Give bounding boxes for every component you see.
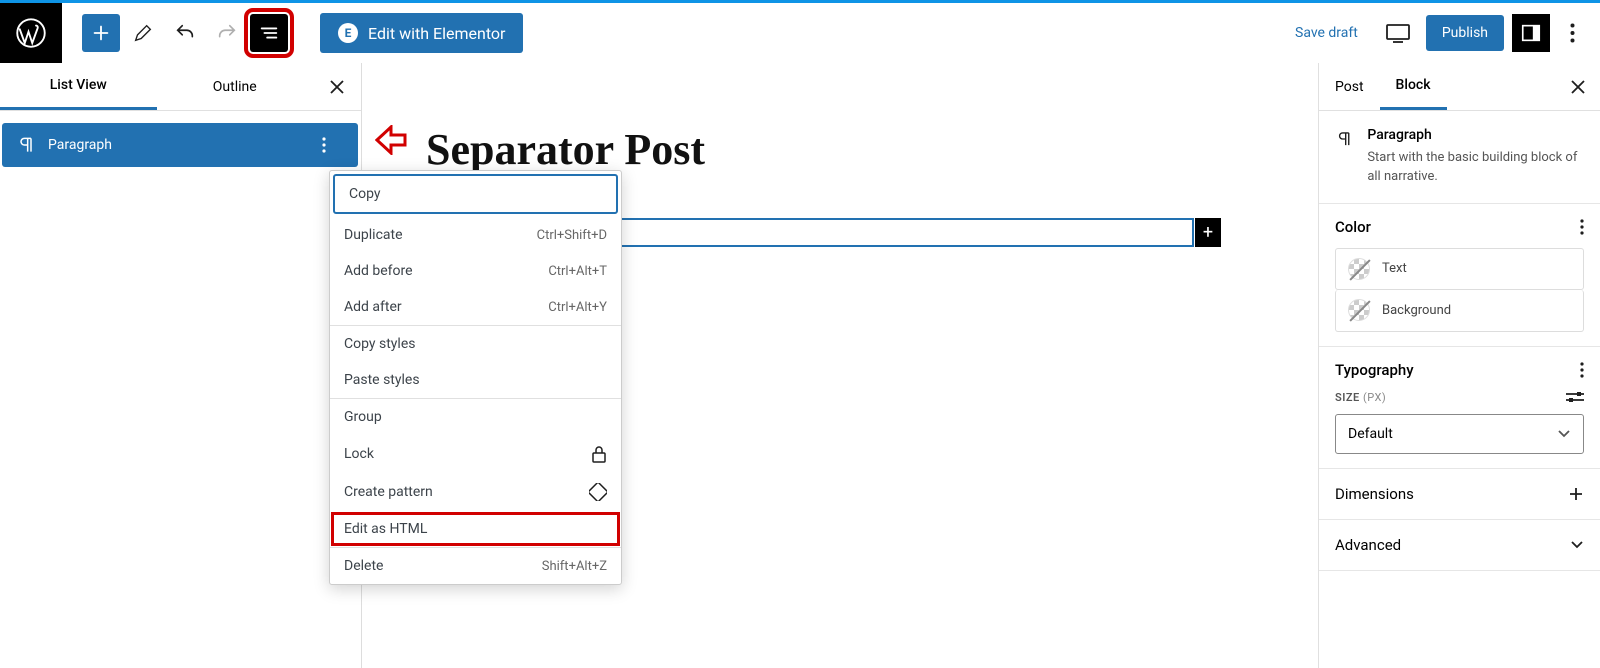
list-item-label: Paragraph bbox=[48, 137, 322, 153]
tab-outline[interactable]: Outline bbox=[157, 63, 314, 110]
menu-lock[interactable]: Lock bbox=[330, 435, 621, 473]
add-block-button[interactable] bbox=[82, 14, 120, 52]
paragraph-icon bbox=[16, 135, 36, 155]
close-overview-button[interactable] bbox=[313, 63, 361, 110]
menu-duplicate[interactable]: DuplicateCtrl+Shift+D bbox=[330, 217, 621, 253]
sidebar-icon bbox=[1520, 22, 1542, 44]
plus-icon bbox=[1568, 486, 1584, 502]
settings-tabs: Post Block bbox=[1319, 63, 1600, 111]
settings-sidebar: Post Block Paragraph Start with the basi… bbox=[1318, 63, 1600, 668]
tools-button[interactable] bbox=[124, 14, 162, 52]
post-title[interactable]: Separator Post bbox=[426, 124, 705, 175]
toolbar-left-group: E Edit with Elementor bbox=[82, 13, 523, 53]
typography-header: Typography bbox=[1335, 361, 1414, 379]
color-options-button[interactable] bbox=[1580, 219, 1584, 235]
menu-add-after[interactable]: Add afterCtrl+Alt+Y bbox=[330, 289, 621, 325]
block-description: Start with the basic building block of a… bbox=[1367, 149, 1584, 187]
desktop-icon bbox=[1385, 22, 1411, 44]
undo-button[interactable] bbox=[166, 14, 204, 52]
menu-copy[interactable]: Copy bbox=[333, 174, 618, 214]
text-color-button[interactable]: Text bbox=[1335, 248, 1584, 290]
plus-icon bbox=[90, 22, 112, 44]
redo-icon bbox=[216, 22, 238, 44]
dimensions-accordion[interactable]: Dimensions bbox=[1319, 469, 1600, 520]
swatch-icon bbox=[1348, 299, 1370, 321]
elementor-label: Edit with Elementor bbox=[368, 24, 505, 43]
redo-button[interactable] bbox=[208, 14, 246, 52]
wordpress-logo[interactable] bbox=[0, 3, 62, 63]
background-color-button[interactable]: Background bbox=[1335, 290, 1584, 332]
menu-add-before[interactable]: Add beforeCtrl+Alt+T bbox=[330, 253, 621, 289]
tab-list-view[interactable]: List View bbox=[0, 63, 157, 110]
font-size-select[interactable]: Default bbox=[1335, 414, 1584, 454]
block-name: Paragraph bbox=[1367, 127, 1584, 143]
block-appender-button[interactable]: + bbox=[1195, 218, 1221, 247]
size-settings-button[interactable] bbox=[1566, 391, 1584, 403]
undo-icon bbox=[174, 22, 196, 44]
color-settings: Color Text Background bbox=[1319, 204, 1600, 347]
paragraph-icon bbox=[1335, 127, 1353, 151]
list-item-paragraph[interactable]: Paragraph bbox=[2, 123, 358, 167]
callout-arrow bbox=[375, 125, 409, 155]
wordpress-icon bbox=[16, 18, 46, 48]
list-item-options[interactable] bbox=[322, 137, 344, 153]
options-button[interactable] bbox=[1558, 14, 1586, 52]
menu-copy-styles[interactable]: Copy styles bbox=[330, 326, 621, 362]
advanced-accordion[interactable]: Advanced bbox=[1319, 520, 1600, 571]
close-settings-button[interactable] bbox=[1556, 79, 1600, 95]
close-icon bbox=[329, 79, 345, 95]
pencil-icon bbox=[132, 22, 154, 44]
chevron-down-icon bbox=[1557, 429, 1571, 439]
toolbar-right-group: Save draft Publish bbox=[1283, 14, 1586, 52]
close-icon bbox=[1570, 79, 1586, 95]
menu-delete[interactable]: DeleteShift+Alt+Z bbox=[330, 548, 621, 584]
sliders-icon bbox=[1566, 391, 1584, 403]
overview-tabs: List View Outline bbox=[0, 63, 361, 111]
arrow-left-icon bbox=[375, 125, 409, 155]
document-overview-panel: List View Outline Paragraph bbox=[0, 63, 362, 668]
swatch-icon bbox=[1348, 258, 1370, 280]
tab-block[interactable]: Block bbox=[1380, 63, 1447, 110]
menu-paste-styles[interactable]: Paste styles bbox=[330, 362, 621, 398]
tab-post[interactable]: Post bbox=[1319, 63, 1380, 110]
block-identity: Paragraph Start with the basic building … bbox=[1319, 111, 1600, 204]
publish-button[interactable]: Publish bbox=[1426, 15, 1504, 51]
list-icon bbox=[258, 22, 280, 44]
kebab-icon bbox=[1580, 219, 1584, 235]
color-header: Color bbox=[1335, 218, 1371, 236]
edit-with-elementor-button[interactable]: E Edit with Elementor bbox=[320, 13, 523, 53]
block-context-menu: Copy DuplicateCtrl+Shift+D Add beforeCtr… bbox=[329, 170, 622, 585]
chevron-down-icon bbox=[1570, 540, 1584, 550]
menu-edit-as-html[interactable]: Edit as HTML bbox=[330, 511, 621, 547]
menu-create-pattern[interactable]: Create pattern bbox=[330, 473, 621, 511]
editor-toolbar: E Edit with Elementor Save draft Publish bbox=[0, 3, 1600, 63]
pattern-icon bbox=[589, 483, 607, 501]
lock-icon bbox=[591, 445, 607, 463]
typography-options-button[interactable] bbox=[1580, 362, 1584, 378]
elementor-icon: E bbox=[338, 23, 358, 43]
document-overview-button[interactable] bbox=[250, 14, 288, 52]
save-draft-button[interactable]: Save draft bbox=[1283, 17, 1370, 49]
kebab-icon bbox=[1570, 23, 1575, 43]
kebab-icon bbox=[322, 137, 326, 153]
typography-settings: Typography SIZE (PX) Default bbox=[1319, 347, 1600, 469]
kebab-icon bbox=[1580, 362, 1584, 378]
settings-sidebar-toggle[interactable] bbox=[1512, 14, 1550, 52]
preview-button[interactable] bbox=[1378, 14, 1418, 52]
menu-group[interactable]: Group bbox=[330, 399, 621, 435]
